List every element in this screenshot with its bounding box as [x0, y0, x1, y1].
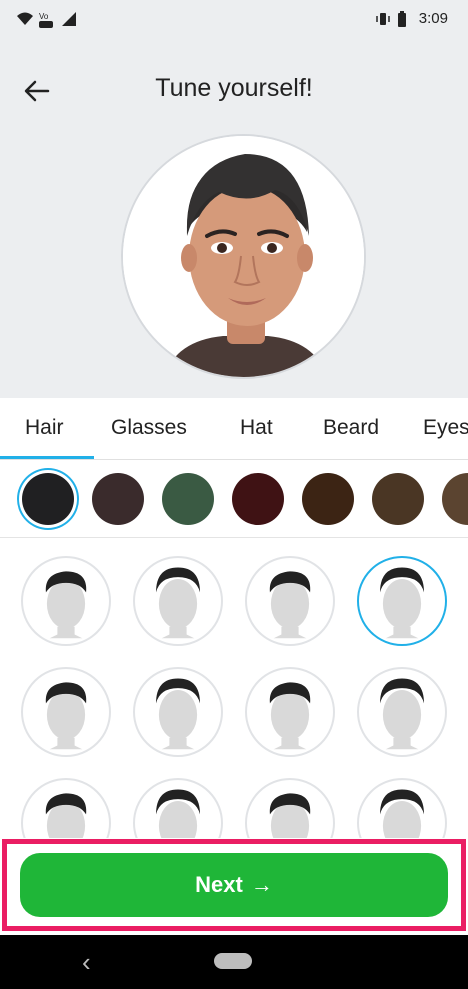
hair-style-option[interactable] [357, 778, 447, 838]
nav-back-icon[interactable]: ‹ [82, 947, 91, 978]
system-nav-bar: ‹ [0, 935, 468, 989]
head-silhouette-icon [156, 678, 200, 750]
signal-icon [60, 11, 76, 27]
tab-hair[interactable]: Hair [25, 416, 64, 440]
tab-glasses[interactable]: Glasses [111, 416, 187, 440]
hair-color-swatch[interactable] [162, 473, 214, 525]
category-tabs: Hair Glasses Hat Beard Eyes [0, 398, 468, 460]
avatar-preview [121, 134, 366, 379]
nav-home-pill[interactable] [214, 953, 252, 969]
status-time: 3:09 [418, 10, 448, 27]
head-silhouette-icon [380, 789, 424, 838]
hair-style-option[interactable] [133, 778, 223, 838]
head-silhouette-icon [269, 571, 311, 639]
head-silhouette-icon [156, 567, 200, 639]
page-title: Tune yourself! [155, 74, 313, 102]
avatar-illustration [123, 136, 364, 377]
tab-active-indicator [0, 456, 94, 459]
hair-style-grid [0, 538, 468, 838]
hair-style-option[interactable] [245, 667, 335, 757]
svg-text:Vo: Vo [39, 12, 49, 21]
hair-style-option[interactable] [21, 667, 111, 757]
head-silhouette-icon [45, 682, 87, 750]
hair-style-option[interactable] [133, 667, 223, 757]
head-silhouette-icon [45, 793, 87, 838]
hair-style-option[interactable] [133, 556, 223, 646]
head-silhouette-icon [156, 789, 200, 838]
hair-color-swatch[interactable] [22, 473, 74, 525]
hair-style-option[interactable] [21, 778, 111, 838]
hair-style-option[interactable] [357, 556, 447, 646]
next-button-label: Next [195, 872, 243, 897]
tab-eyes[interactable]: Eyes [423, 416, 468, 440]
status-bar: Vo 3:09 [0, 0, 468, 38]
hair-color-swatch[interactable] [302, 473, 354, 525]
hair-color-swatch[interactable] [232, 473, 284, 525]
next-button[interactable]: Next → [20, 853, 448, 917]
head-silhouette-icon [45, 571, 87, 639]
hair-style-option[interactable] [245, 556, 335, 646]
tab-hat[interactable]: Hat [240, 416, 273, 440]
head-silhouette-icon [380, 567, 424, 639]
arrow-right-icon: → [250, 872, 273, 897]
header: Tune yourself! [0, 38, 468, 398]
wifi-icon [16, 11, 33, 27]
hair-style-option[interactable] [21, 556, 111, 646]
volte-icon: Vo [38, 11, 54, 28]
next-button-highlight: Next → [2, 839, 466, 931]
status-icons-right: 3:09 [375, 10, 448, 27]
hair-style-option[interactable] [245, 778, 335, 838]
hair-color-swatch[interactable] [442, 473, 468, 525]
hair-color-swatch[interactable] [372, 473, 424, 525]
vibrate-icon [375, 11, 391, 27]
hair-style-option[interactable] [357, 667, 447, 757]
hair-color-swatch[interactable] [92, 473, 144, 525]
head-silhouette-icon [269, 793, 311, 838]
head-silhouette-icon [269, 682, 311, 750]
tab-beard[interactable]: Beard [323, 416, 379, 440]
battery-icon [397, 10, 413, 27]
status-icons-left: Vo [16, 8, 76, 30]
head-silhouette-icon [380, 678, 424, 750]
hair-color-row [0, 460, 468, 538]
